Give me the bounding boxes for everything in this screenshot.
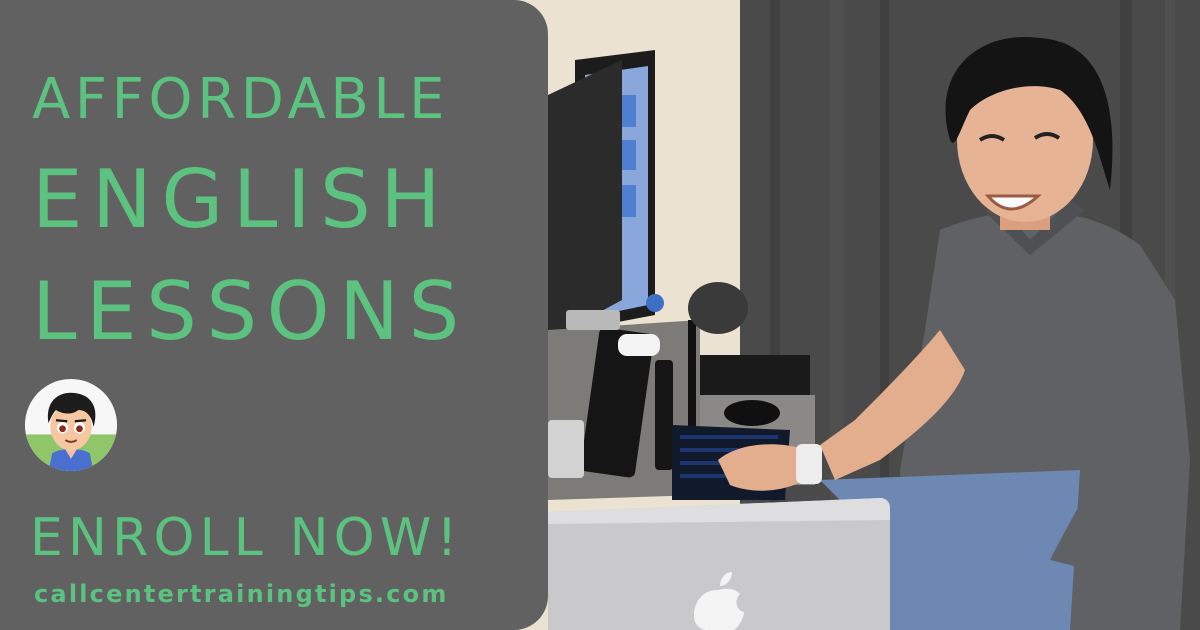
front-laptop <box>548 498 890 630</box>
headline-english: ENGLISH <box>32 153 450 246</box>
enroll-now-cta: ENROLL NOW! <box>30 508 463 568</box>
phone <box>566 310 620 330</box>
website-url: callcentertrainingtips.com <box>34 580 449 608</box>
knob <box>646 294 664 312</box>
laptop-closed <box>700 355 810 400</box>
promo-panel: AFFORDABLE ENGLISH LESSONS ENROLL NOW! c… <box>0 0 548 630</box>
earbuds-case <box>618 334 660 356</box>
mic-windscreen <box>688 282 748 334</box>
tablet <box>548 420 584 478</box>
headline-lessons: LESSONS <box>32 265 469 358</box>
side-monitor <box>548 60 622 340</box>
stand <box>655 360 673 470</box>
cartoon-man-avatar-icon <box>24 378 118 472</box>
headline-affordable: AFFORDABLE <box>32 67 450 132</box>
mouse <box>724 400 780 426</box>
